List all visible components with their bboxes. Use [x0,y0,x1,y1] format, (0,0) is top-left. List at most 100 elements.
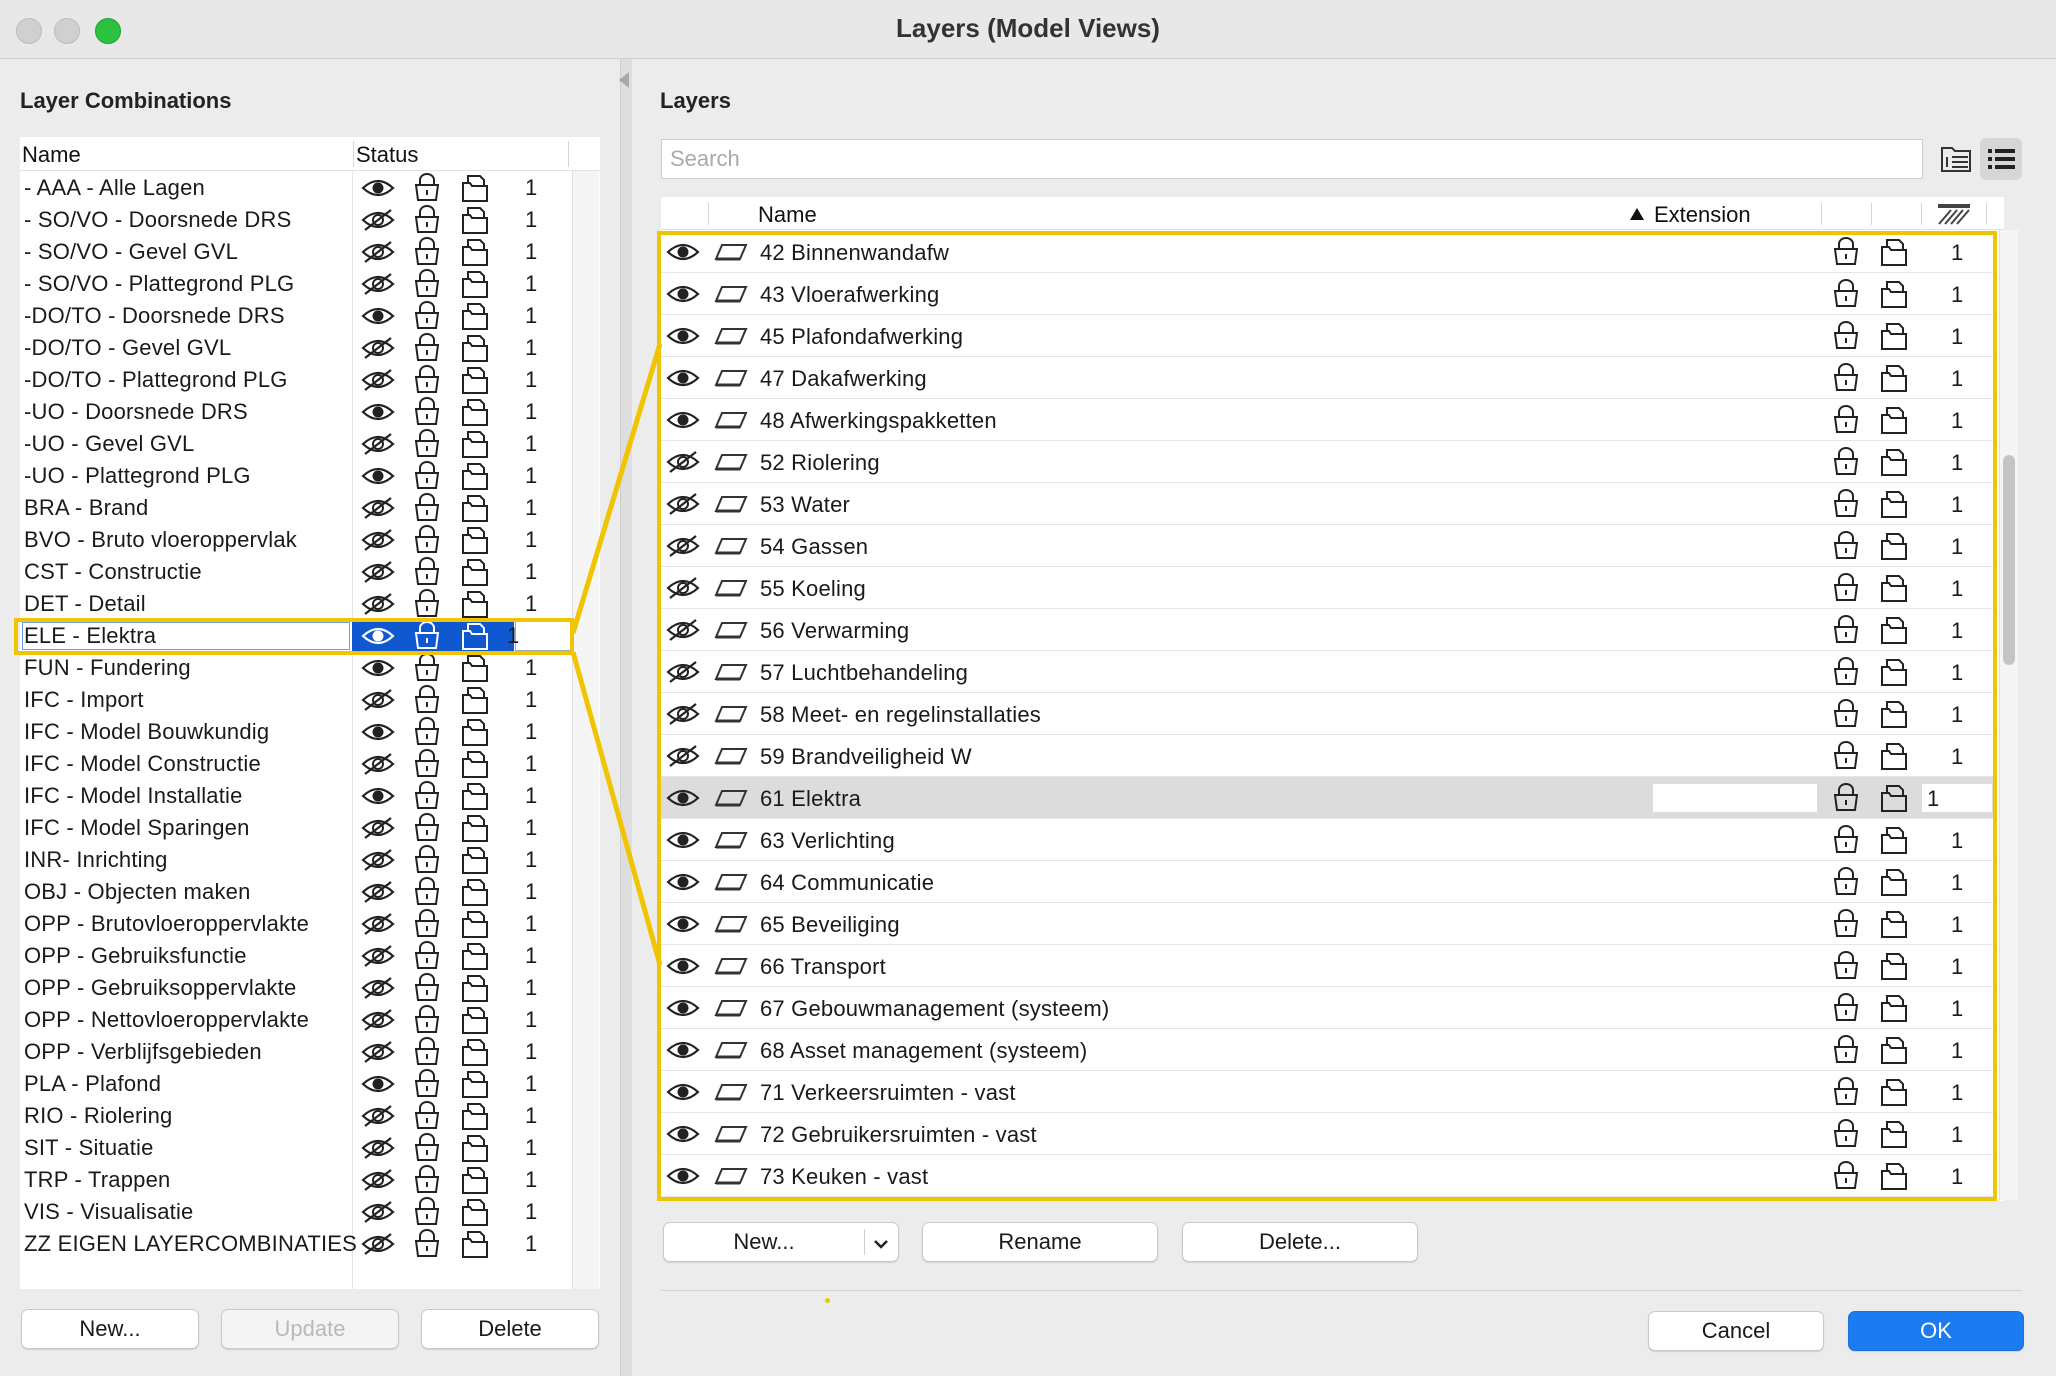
delete-combination-button[interactable]: Delete [421,1309,599,1349]
teamwork-folder-icon[interactable] [460,397,490,427]
lock-icon[interactable] [412,877,442,907]
eye-hidden-icon[interactable] [361,592,395,616]
teamwork-folder-icon[interactable] [460,333,490,363]
lock-icon[interactable] [412,429,442,459]
layer-combination-row[interactable]: SIT - Situatie 1 [20,1132,580,1164]
lock-icon[interactable] [412,1133,442,1163]
eye-hidden-icon[interactable] [361,816,395,840]
lock-icon[interactable] [412,1229,442,1259]
lock-icon[interactable] [412,205,442,235]
layer-combination-row[interactable]: - SO/VO - Doorsnede DRS 1 [20,204,580,236]
layer-combination-row[interactable]: OPP - Brutovloeroppervlakte 1 [20,908,580,940]
layer-combination-row[interactable]: IFC - Model Sparingen 1 [20,812,580,844]
lock-icon[interactable] [412,685,442,715]
layer-combination-row[interactable]: -UO - Gevel GVL 1 [20,428,580,460]
lock-icon[interactable] [412,941,442,971]
teamwork-folder-icon[interactable] [460,685,490,715]
layer-combination-row[interactable]: CST - Constructie 1 [20,556,580,588]
eye-hidden-icon[interactable] [361,1008,395,1032]
layer-combination-row[interactable]: OPP - Gebruiksoppervlakte 1 [20,972,580,1004]
layer-combination-row[interactable]: -UO - Plattegrond PLG 1 [20,460,580,492]
lock-icon[interactable] [412,493,442,523]
col-header-name[interactable]: Name [22,142,81,168]
layer-combination-row[interactable]: BVO - Bruto vloeroppervlak 1 [20,524,580,556]
eye-hidden-icon[interactable] [361,1136,395,1160]
lock-icon[interactable] [412,973,442,1003]
layer-combination-row[interactable]: INR- Inrichting 1 [20,844,580,876]
lock-icon[interactable] [412,909,442,939]
teamwork-folder-icon[interactable] [460,877,490,907]
layer-combination-row[interactable]: - SO/VO - Plattegrond PLG 1 [20,268,580,300]
teamwork-folder-icon[interactable] [460,1101,490,1131]
lock-icon[interactable] [412,1037,442,1067]
eye-hidden-icon[interactable] [361,1040,395,1064]
lock-icon[interactable] [412,1197,442,1227]
teamwork-folder-icon[interactable] [460,589,490,619]
layer-combination-row[interactable]: -UO - Doorsnede DRS 1 [20,396,580,428]
teamwork-folder-icon[interactable] [460,269,490,299]
eye-hidden-icon[interactable] [361,560,395,584]
lock-icon[interactable] [412,1005,442,1035]
layer-combination-row[interactable]: IFC - Model Bouwkundig 1 [20,716,580,748]
eye-icon[interactable] [361,304,395,328]
eye-icon[interactable] [361,656,395,680]
sort-ascending-icon[interactable] [1629,207,1645,226]
layer-combination-row[interactable]: -DO/TO - Plattegrond PLG 1 [20,364,580,396]
lock-icon[interactable] [412,269,442,299]
teamwork-folder-icon[interactable] [460,205,490,235]
layer-combination-row[interactable]: OPP - Nettovloeroppervlakte 1 [20,1004,580,1036]
teamwork-folder-icon[interactable] [460,1069,490,1099]
eye-hidden-icon[interactable] [361,976,395,1000]
eye-icon[interactable] [361,176,395,200]
eye-hidden-icon[interactable] [361,208,395,232]
teamwork-folder-icon[interactable] [460,1133,490,1163]
cancel-button[interactable]: Cancel [1648,1311,1824,1351]
layer-combination-row[interactable]: VIS - Visualisatie 1 [20,1196,580,1228]
teamwork-folder-icon[interactable] [460,1037,490,1067]
lock-icon[interactable] [412,333,442,363]
eye-icon[interactable] [361,1072,395,1096]
layer-combination-row[interactable]: OBJ - Objecten maken 1 [20,876,580,908]
layer-combination-row[interactable]: IFC - Model Installatie 1 [20,780,580,812]
teamwork-folder-icon[interactable] [460,1165,490,1195]
eye-hidden-icon[interactable] [361,336,395,360]
delete-layer-button[interactable]: Delete... [1182,1222,1418,1262]
lock-icon[interactable] [412,653,442,683]
eye-hidden-icon[interactable] [361,1104,395,1128]
lock-icon[interactable] [412,1165,442,1195]
teamwork-folder-icon[interactable] [460,941,490,971]
layer-combination-row[interactable]: ZZ EIGEN LAYERCOMBINATIES 1 [20,1228,580,1260]
layer-combination-row[interactable]: - SO/VO - Gevel GVL 1 [20,236,580,268]
eye-hidden-icon[interactable] [361,944,395,968]
eye-hidden-icon[interactable] [361,1200,395,1224]
eye-hidden-icon[interactable] [361,880,395,904]
layer-combination-row[interactable]: DET - Detail 1 [20,588,580,620]
lock-icon[interactable] [412,301,442,331]
eye-hidden-icon[interactable] [361,752,395,776]
teamwork-folder-icon[interactable] [460,909,490,939]
layer-combination-row[interactable]: TRP - Trappen 1 [20,1164,580,1196]
layer-combination-row[interactable]: IFC - Model Constructie 1 [20,748,580,780]
eye-hidden-icon[interactable] [361,432,395,456]
ok-button[interactable]: OK [1848,1311,2024,1351]
layer-combination-row[interactable]: - AAA - Alle Lagen 1 [20,172,580,204]
col-header-extension[interactable]: Extension [1654,202,1751,228]
teamwork-folder-icon[interactable] [460,653,490,683]
eye-icon[interactable] [361,720,395,744]
teamwork-folder-icon[interactable] [460,301,490,331]
lock-icon[interactable] [412,557,442,587]
rename-layer-button[interactable]: Rename [922,1222,1158,1262]
lock-icon[interactable] [412,525,442,555]
layer-combination-row[interactable]: BRA - Brand 1 [20,492,580,524]
chevron-down-icon[interactable] [871,1233,891,1259]
teamwork-folder-icon[interactable] [460,845,490,875]
col-header-status[interactable]: Status [356,142,418,168]
lock-icon[interactable] [412,237,442,267]
pen-set-header-icon[interactable] [1937,202,1971,231]
teamwork-folder-icon[interactable] [460,1197,490,1227]
lock-icon[interactable] [412,1069,442,1099]
layers-scrollbar-thumb[interactable] [2003,455,2015,665]
eye-hidden-icon[interactable] [361,240,395,264]
eye-hidden-icon[interactable] [361,1232,395,1256]
eye-hidden-icon[interactable] [361,528,395,552]
